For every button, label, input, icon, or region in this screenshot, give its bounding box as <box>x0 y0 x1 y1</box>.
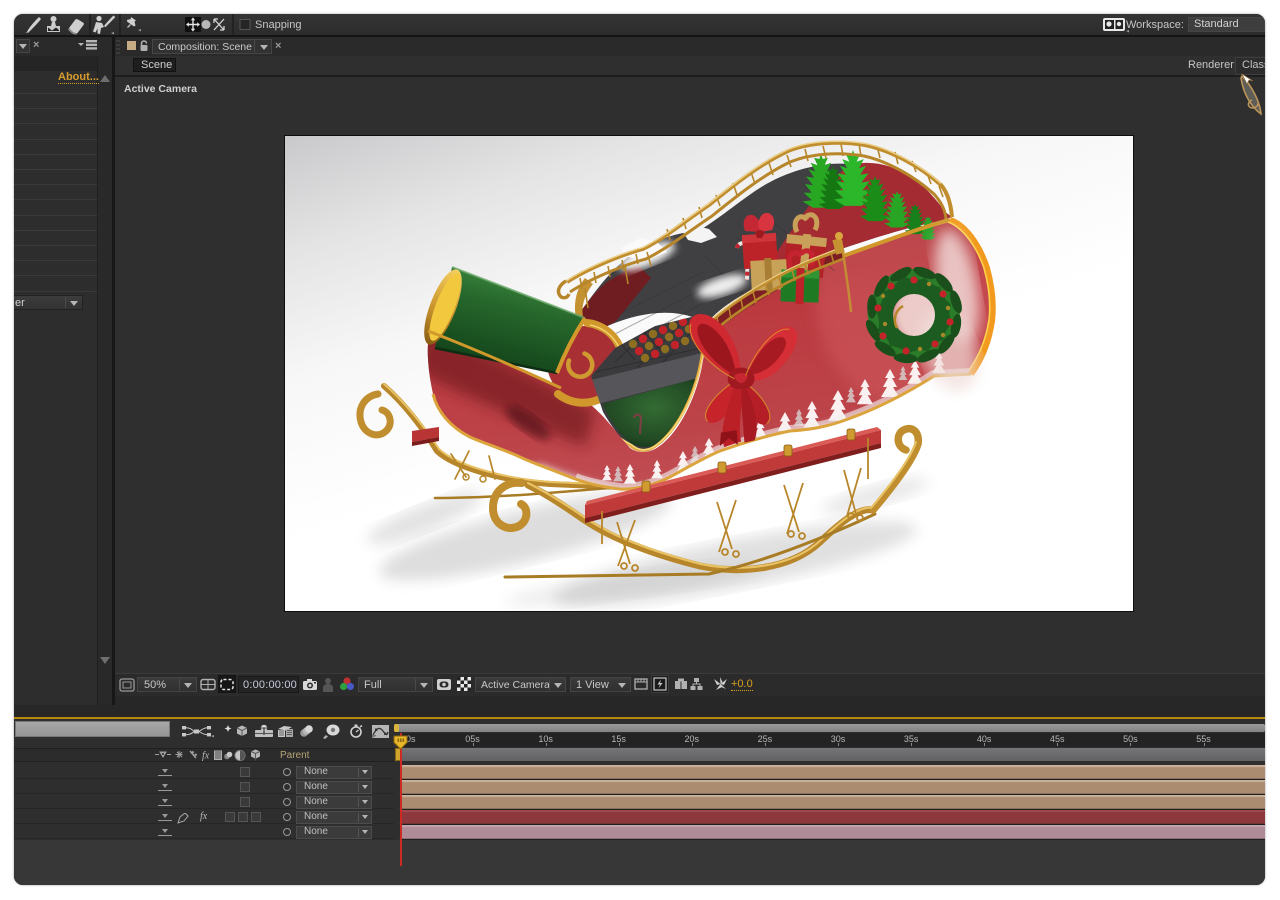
svg-text:fx: fx <box>202 751 210 762</box>
